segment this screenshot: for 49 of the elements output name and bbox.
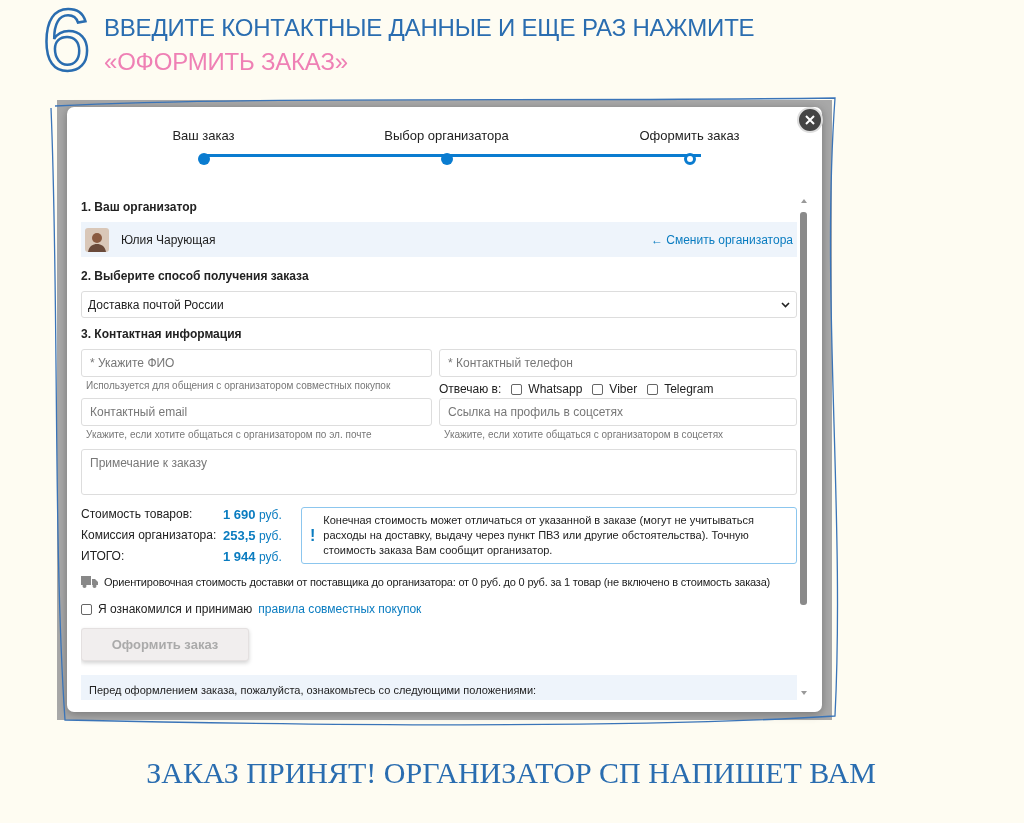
step-number: 6 (42, 0, 92, 80)
messenger-checkbox[interactable] (511, 383, 523, 395)
caption: ЗАКАЗ ПРИНЯТ! ОРГАНИЗАТОР СП НАПИШЕТ ВАМ (146, 756, 876, 789)
section-title: 3. Контактная информация (81, 327, 243, 341)
messenger-label: Whatsapp (528, 382, 583, 396)
field-hint: Укажите, если хотите общаться с организатором по эл. почте (85, 428, 373, 442)
phone-field[interactable]: * Контактный телефон (439, 349, 797, 377)
field-hint: Укажите, если хотите общаться с организатором в соцсетях (443, 428, 725, 442)
total-label: Комиссия организатора: (81, 528, 218, 543)
agreement-text: Я ознакомился и принимаю (98, 602, 253, 616)
truck-icon (81, 576, 98, 588)
notice-text: Конечная стоимость может отличаться от указанной в заказе (могут не учитываться расходы на доставку, выдачу через пункт ПВЗ или другие обстоятельства). Точную стоимость заказа Вам сообщит организатор. (323, 513, 755, 558)
order-note-field[interactable]: Примечание к заказу (81, 449, 797, 495)
step-dot (197, 153, 210, 165)
messenger-label: Viber (609, 382, 638, 396)
rules-intro: Перед оформлением заказа, пожалуйста, ознакомьтесь со следующими положениями: (89, 684, 537, 696)
rules-link[interactable]: правила совместных покупок (258, 602, 422, 616)
social-field[interactable]: Ссылка на профиль в соцсетях (439, 398, 797, 426)
section-title: 2. Выберите способ получения заказа (81, 269, 310, 283)
email-field[interactable]: Контактный email (81, 398, 432, 426)
change-organizer-link[interactable]: ← Сменить организатора (650, 232, 793, 247)
scrollbar-thumb[interactable] (800, 212, 807, 605)
reply-label: Отвечаю в: (439, 382, 502, 396)
field-hint: Используется для общения с организатором совместных покупок (85, 379, 392, 393)
heading-line: «ОФОРМИТЬ ЗАКАЗ» (104, 47, 349, 77)
step-label: Ваш заказ (172, 128, 235, 143)
total-label: ИТОГО: (81, 549, 126, 564)
chevron-down-icon (781, 301, 790, 308)
messenger-checkbox[interactable] (647, 383, 659, 395)
step-dot (440, 153, 453, 165)
section-title: 1. Ваш организатор (81, 200, 198, 214)
close-icon (805, 115, 815, 125)
messenger-checkbox[interactable] (592, 383, 604, 395)
heading-line: ВВЕДИТЕ КОНТАКТНЫЕ ДАННЫЕ И ЕЩЕ РАЗ НАЖМИТЕ (104, 13, 755, 43)
messenger-label: Telegram (664, 382, 714, 396)
delivery-select[interactable]: Доставка почтой России (81, 291, 797, 318)
total-amount: 1 690 руб. (223, 507, 282, 522)
total-amount: 253,5 руб. (223, 528, 282, 543)
name-field[interactable]: * Укажите ФИО (81, 349, 432, 377)
shipping-note: Ориентировочная стоимость доставки от поставщика до организатора: от 0 руб. до 0 руб. за 1 товар (не включено в стоимость заказа) (104, 576, 771, 588)
organizer-name: Юлия Чарующая (121, 232, 216, 247)
step-dot (683, 153, 696, 165)
avatar-icon (85, 227, 109, 252)
agreement-checkbox[interactable] (81, 603, 92, 615)
total-label: Стоимость товаров: (81, 507, 194, 522)
step-label: Оформить заказ (639, 128, 740, 143)
notice-mark: ! (310, 528, 316, 543)
step-label: Выбор организатора (384, 128, 509, 143)
total-amount: 1 944 руб. (223, 549, 282, 564)
